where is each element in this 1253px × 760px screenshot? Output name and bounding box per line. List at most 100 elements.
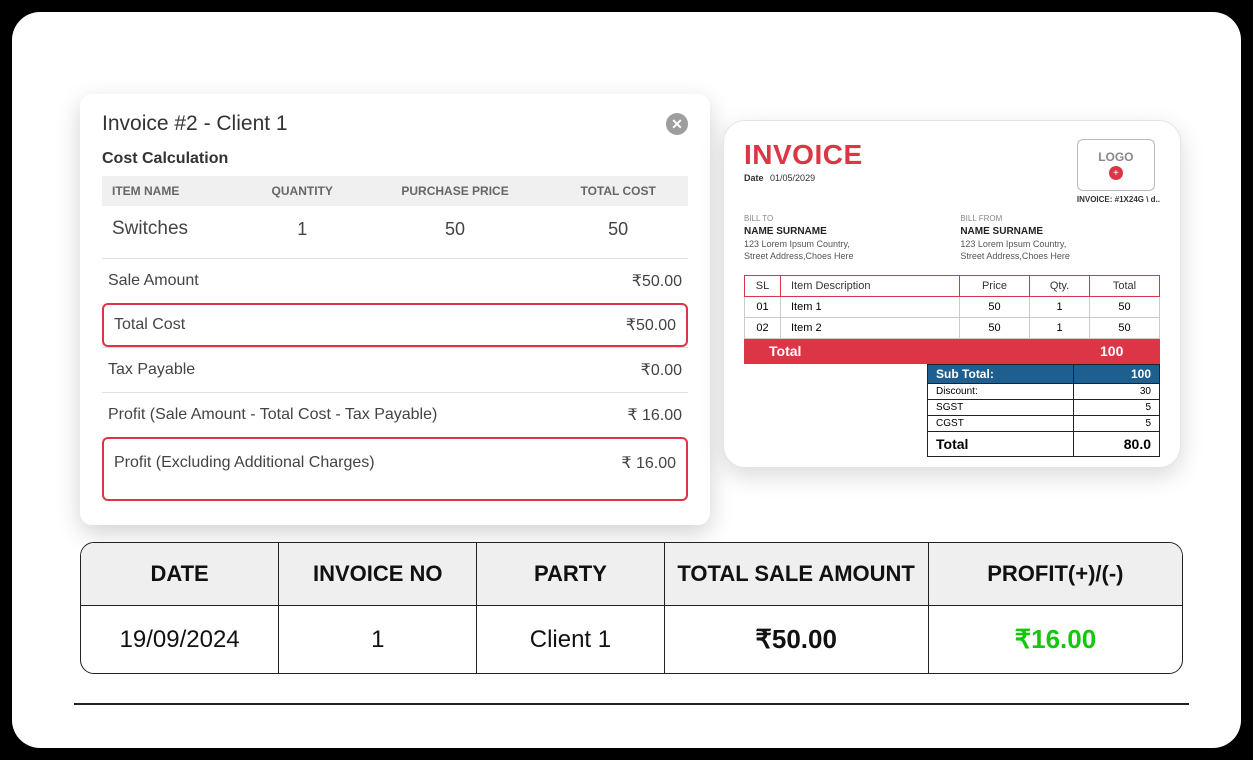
cell-desc: Item 2	[781, 317, 960, 338]
invoice-heading-block: INVOICE Date 01/05/2029	[744, 139, 863, 183]
total-value: 100	[1090, 338, 1160, 363]
total-label: Total	[745, 338, 1090, 363]
invoice-subtotal-table: Sub Total: 100 Discount: 30 SGST 5 CGST …	[927, 364, 1160, 457]
cell-date: 19/09/2024	[81, 606, 279, 673]
panel-title: Invoice #2 - Client 1	[102, 112, 288, 136]
cell-amount: ₹50.00	[665, 606, 929, 673]
subtotal-label: Sub Total:	[928, 364, 1074, 383]
cell-qty: 1	[1030, 296, 1090, 317]
bill-to-addr2: Street Address,Choes Here	[744, 250, 944, 262]
summary-data-row: 19/09/2024 1 Client 1 ₹50.00 ₹16.00	[81, 606, 1182, 673]
item-row: Switches 1 50 50	[102, 206, 688, 252]
item-name: Switches	[102, 206, 243, 252]
sgst-value: 5	[1073, 399, 1159, 415]
cell-qty: 1	[1030, 317, 1090, 338]
bill-from-addr2: Street Address,Choes Here	[960, 250, 1160, 262]
bill-from-name: NAME SURNAME	[960, 225, 1160, 239]
label: Tax Payable	[108, 361, 195, 379]
label: Profit (Excluding Additional Charges)	[114, 454, 375, 472]
cell-invoice-no: 1	[279, 606, 477, 673]
value: ₹ 16.00	[627, 405, 682, 425]
label: Profit (Sale Amount - Total Cost - Tax P…	[108, 406, 437, 424]
label: Sale Amount	[108, 272, 199, 290]
bill-to-label: BILL TO	[744, 214, 944, 225]
discount-label: Discount:	[928, 383, 1074, 399]
logo-placeholder[interactable]: LOGO +	[1077, 139, 1155, 191]
col-date: DATE	[81, 543, 279, 606]
main-card: Invoice #2 - Client 1 ✕ Cost Calculation…	[12, 12, 1241, 748]
col-total-sale: TOTAL SALE AMOUNT	[665, 543, 929, 606]
invoice-heading: INVOICE	[744, 139, 863, 171]
bill-addresses: BILL TO NAME SURNAME 123 Lorem Ipsum Cou…	[744, 214, 1160, 263]
col-invoice-no: INVOICE NO	[279, 543, 477, 606]
col-price: PURCHASE PRICE	[362, 176, 549, 206]
row-sale-amount: Sale Amount ₹50.00	[102, 258, 688, 303]
close-icon[interactable]: ✕	[666, 113, 688, 135]
item-table: ITEM NAME QUANTITY PURCHASE PRICE TOTAL …	[102, 176, 688, 252]
discount-row: Discount: 30	[928, 383, 1160, 399]
invoice-items-table: SL Item Description Price Qty. Total 01 …	[744, 275, 1160, 364]
cell-price: 50	[960, 296, 1030, 317]
bill-from-label: BILL FROM	[960, 214, 1160, 225]
bill-from: BILL FROM NAME SURNAME 123 Lorem Ipsum C…	[960, 214, 1160, 263]
value: ₹0.00	[641, 360, 682, 380]
col-sl: SL	[745, 275, 781, 296]
invoice-number: INVOICE: #1X24G \ d..	[1077, 195, 1160, 204]
section-label: Cost Calculation	[102, 150, 688, 168]
cgst-row: CGST 5	[928, 415, 1160, 431]
date-value: 01/05/2029	[770, 173, 815, 183]
col-price: Price	[960, 275, 1030, 296]
final-total-row: Total 80.0	[928, 431, 1160, 456]
logo-text: LOGO	[1098, 150, 1133, 164]
sgst-row: SGST 5	[928, 399, 1160, 415]
panel-header: Invoice #2 - Client 1 ✕	[102, 112, 688, 136]
cell-profit: ₹16.00	[929, 606, 1182, 673]
sgst-label: SGST	[928, 399, 1074, 415]
date-label: Date	[744, 173, 764, 183]
discount-value: 30	[1073, 383, 1159, 399]
col-profit: PROFIT(+)/(-)	[929, 543, 1182, 606]
cgst-value: 5	[1073, 415, 1159, 431]
cost-calculation-panel: Invoice #2 - Client 1 ✕ Cost Calculation…	[80, 94, 710, 525]
calc-rows: Sale Amount ₹50.00 Total Cost ₹50.00 Tax…	[102, 258, 688, 501]
subtotal-value: 100	[1073, 364, 1159, 383]
row-profit-full: Profit (Sale Amount - Total Cost - Tax P…	[102, 392, 688, 437]
plus-icon: +	[1109, 166, 1123, 180]
invoice-total-row: Total 100	[745, 338, 1160, 363]
col-qty: QUANTITY	[243, 176, 362, 206]
cell-desc: Item 1	[781, 296, 960, 317]
value: ₹50.00	[632, 271, 682, 291]
logo-block: LOGO + INVOICE: #1X24G \ d..	[1077, 139, 1160, 204]
cell-price: 50	[960, 317, 1030, 338]
value: ₹ 16.00	[621, 453, 676, 473]
underline	[74, 703, 1189, 705]
bill-to: BILL TO NAME SURNAME 123 Lorem Ipsum Cou…	[744, 214, 944, 263]
item-price: 50	[362, 206, 549, 252]
subtotal-row: Sub Total: 100	[928, 364, 1160, 383]
cgst-label: CGST	[928, 415, 1074, 431]
bill-to-addr1: 123 Lorem Ipsum Country,	[744, 238, 944, 250]
summary-table: DATE INVOICE NO PARTY TOTAL SALE AMOUNT …	[80, 542, 1183, 674]
row-profit-excl: Profit (Excluding Additional Charges) ₹ …	[102, 437, 688, 501]
final-value: 80.0	[1073, 431, 1159, 456]
invoice-template-preview: INVOICE Date 01/05/2029 LOGO + INVOICE: …	[723, 120, 1181, 468]
bill-from-addr1: 123 Lorem Ipsum Country,	[960, 238, 1160, 250]
invoice-date: Date 01/05/2029	[744, 173, 863, 183]
col-qty: Qty.	[1030, 275, 1090, 296]
cell-sl: 01	[745, 296, 781, 317]
col-party: PARTY	[477, 543, 664, 606]
cell-total: 50	[1090, 317, 1160, 338]
item-qty: 1	[243, 206, 362, 252]
summary-header-row: DATE INVOICE NO PARTY TOTAL SALE AMOUNT …	[81, 543, 1182, 606]
invoice-item-row: 01 Item 1 50 1 50	[745, 296, 1160, 317]
col-total: Total	[1090, 275, 1160, 296]
bill-to-name: NAME SURNAME	[744, 225, 944, 239]
item-table-header: ITEM NAME QUANTITY PURCHASE PRICE TOTAL …	[102, 176, 688, 206]
col-total: TOTAL COST	[548, 176, 688, 206]
item-total: 50	[548, 206, 688, 252]
invoice-top: INVOICE Date 01/05/2029 LOGO + INVOICE: …	[744, 139, 1160, 204]
col-item: ITEM NAME	[102, 176, 243, 206]
cell-party: Client 1	[477, 606, 664, 673]
cell-sl: 02	[745, 317, 781, 338]
invoice-items-header: SL Item Description Price Qty. Total	[745, 275, 1160, 296]
